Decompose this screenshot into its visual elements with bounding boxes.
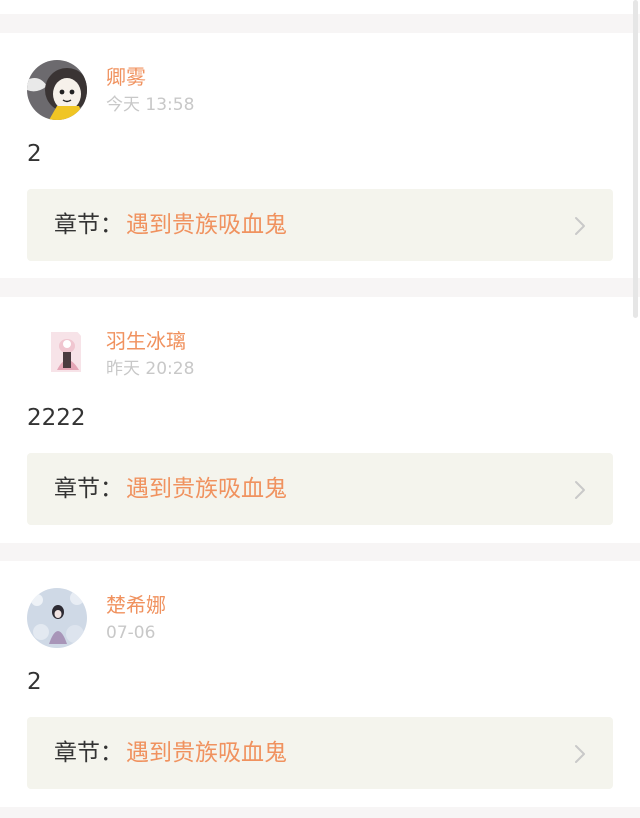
comment-card: 卿雾 今天 13:58 2 章节： 遇到贵族吸血鬼 — [0, 33, 640, 278]
comment-card: 羽生冰璃 昨天 20:28 2222 章节： 遇到贵族吸血鬼 — [0, 297, 640, 543]
comment-text: 2 — [27, 141, 42, 167]
username[interactable]: 卿雾 — [106, 64, 146, 90]
chapter-link[interactable]: 章节： 遇到贵族吸血鬼 — [27, 453, 613, 525]
chevron-right-icon — [575, 217, 585, 235]
pink-anime-avatar-icon — [27, 324, 87, 384]
chapter-label: 章节： — [54, 212, 123, 238]
vertical-scrollbar[interactable] — [633, 0, 638, 318]
cartoon-girl-avatar-icon — [27, 60, 87, 120]
comment-card: 楚希娜 07-06 2 章节： 遇到贵族吸血鬼 — [0, 561, 640, 807]
comment-time: 昨天 20:28 — [106, 359, 195, 379]
chevron-right-icon — [575, 745, 585, 763]
chapter-title: 遇到贵族吸血鬼 — [126, 740, 287, 766]
chapter-label: 章节： — [54, 476, 123, 502]
chapter-link[interactable]: 章节： 遇到贵族吸血鬼 — [27, 717, 613, 789]
username[interactable]: 羽生冰璃 — [106, 328, 186, 354]
user-avatar[interactable] — [27, 324, 87, 384]
chapter-title: 遇到贵族吸血鬼 — [126, 212, 287, 238]
comment-text: 2 — [27, 669, 42, 695]
username[interactable]: 楚希娜 — [106, 592, 166, 618]
snow-scene-avatar-icon — [27, 588, 87, 648]
previous-card-edge — [0, 0, 640, 14]
chapter-link[interactable]: 章节： 遇到贵族吸血鬼 — [27, 189, 613, 261]
chevron-right-icon — [575, 481, 585, 499]
comment-time: 07-06 — [106, 623, 156, 643]
comment-time: 今天 13:58 — [106, 95, 195, 115]
user-avatar[interactable] — [27, 60, 87, 120]
user-avatar[interactable] — [27, 588, 87, 648]
comment-feed: 卿雾 今天 13:58 2 章节： 遇到贵族吸血鬼 羽生冰璃 昨天 20:28 … — [0, 0, 640, 818]
chapter-title: 遇到贵族吸血鬼 — [126, 476, 287, 502]
chapter-label: 章节： — [54, 740, 123, 766]
comment-text: 2222 — [27, 405, 86, 431]
